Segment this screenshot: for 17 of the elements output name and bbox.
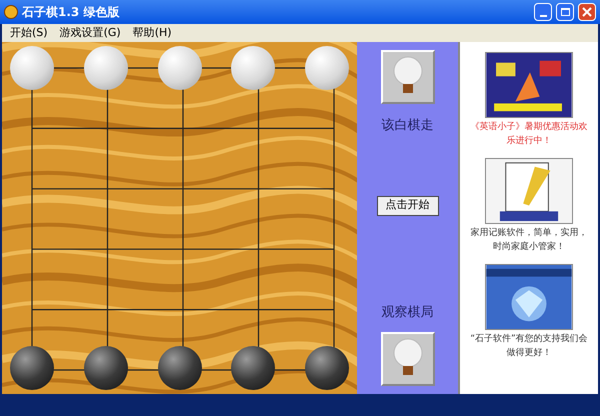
- start-button[interactable]: 点击开始: [376, 196, 438, 216]
- bulb-icon: [380, 50, 434, 104]
- close-button[interactable]: [578, 3, 596, 21]
- menu-item[interactable]: 帮助(H): [132, 24, 172, 42]
- minimize-button[interactable]: [534, 3, 552, 21]
- menu-item[interactable]: 开始(S): [10, 24, 48, 42]
- window-title: 石子棋1.3 绿色版: [22, 4, 120, 21]
- menu-item[interactable]: 游戏设置(G): [60, 24, 121, 42]
- close-icon: [582, 7, 592, 17]
- bulb-icon: [380, 332, 434, 386]
- watch-label: 观察棋局: [382, 304, 434, 322]
- ad-caption: 《英语小子》暑期优惠活动欢乐进行中！: [470, 120, 588, 148]
- ad-caption: “石子软件”有您的支持我们会做得更好！: [469, 332, 589, 360]
- ad-caption: 家用记账软件，简单，实用，时尚家庭小管家！: [470, 226, 588, 254]
- maximize-button[interactable]: [556, 3, 574, 21]
- app-icon: [4, 5, 18, 19]
- turn-label: 该白棋走: [382, 117, 434, 135]
